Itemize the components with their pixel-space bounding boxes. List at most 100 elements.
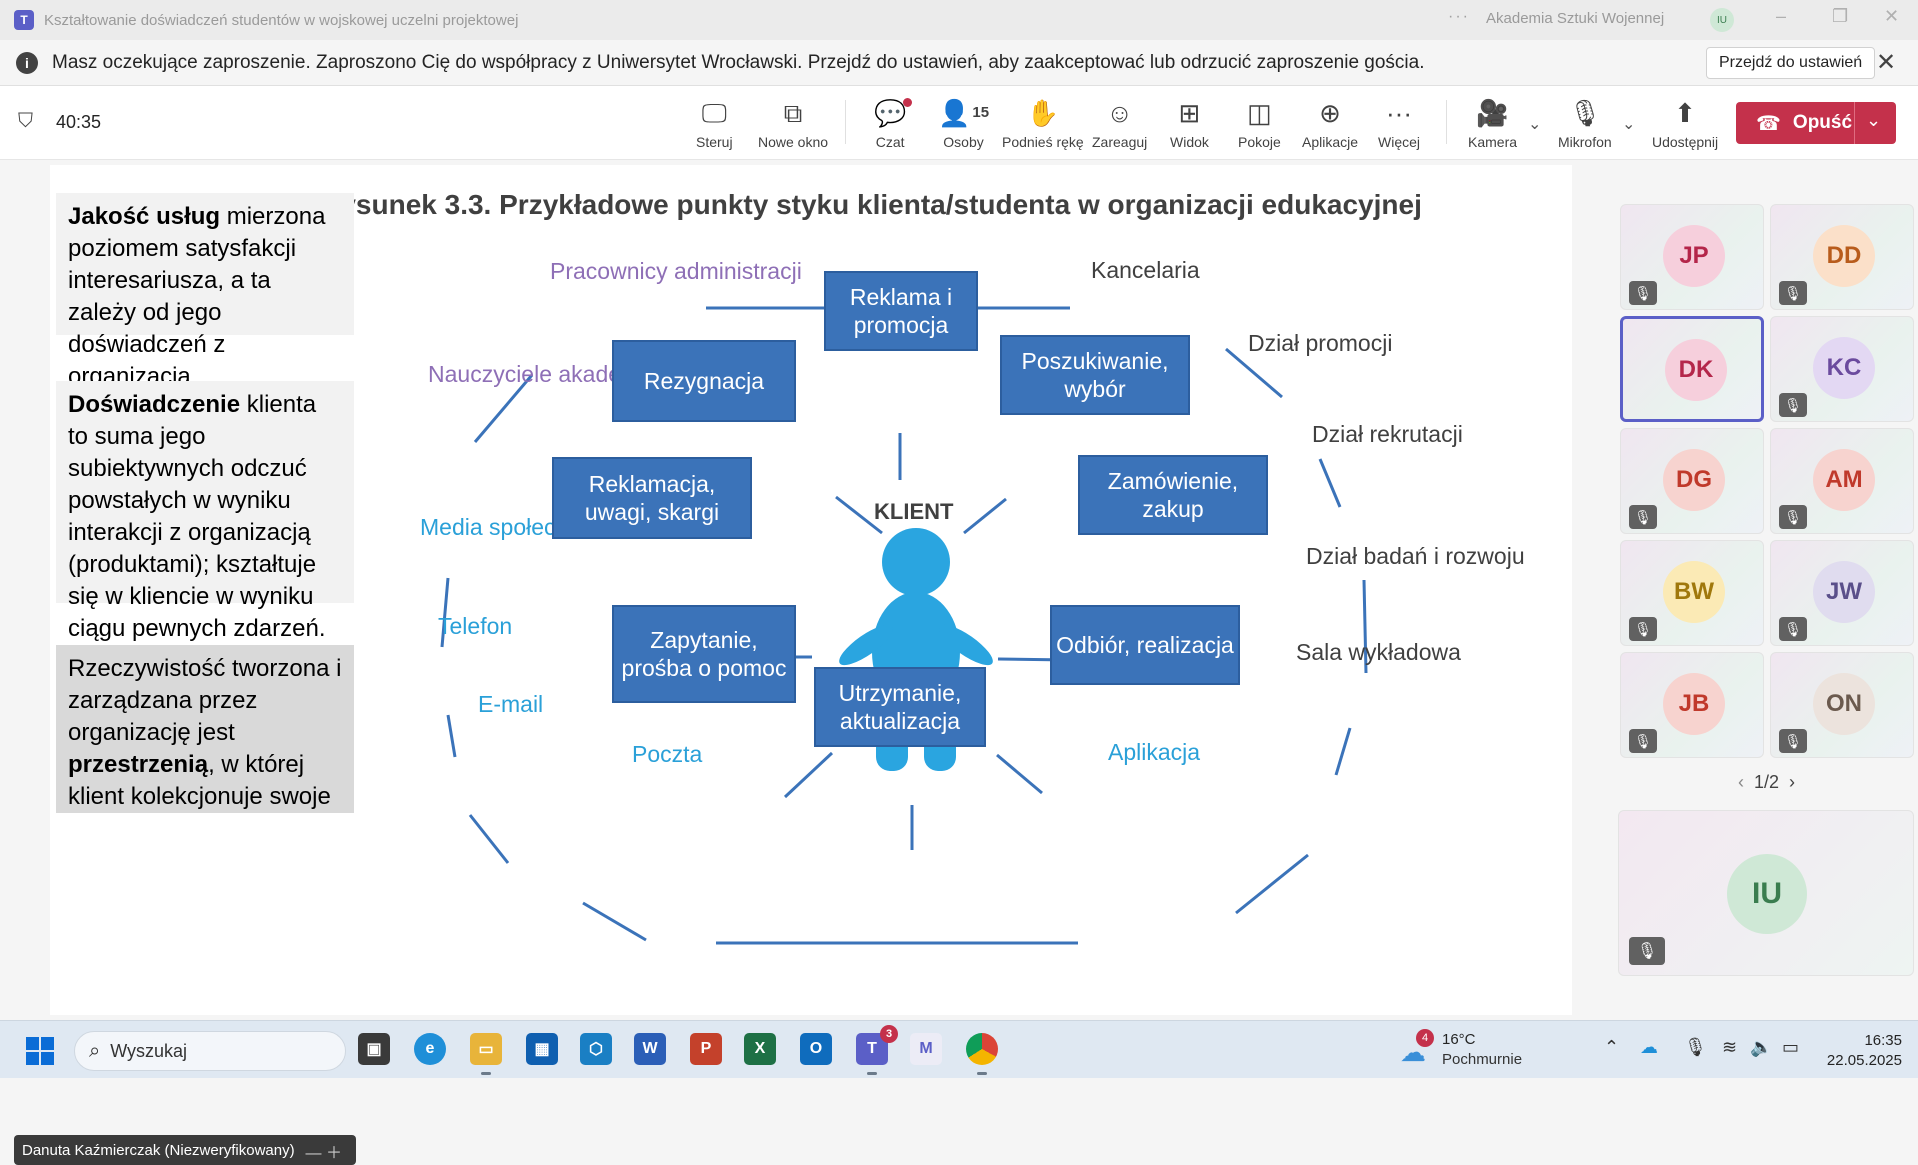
app-shield-icon[interactable]: ⬡ <box>580 1033 612 1065</box>
participant-avatar: ON <box>1813 673 1875 735</box>
taskbar-search[interactable]: ⌕ Wyszukaj <box>74 1031 346 1071</box>
label-dzial-rekrutacji: Dział rekrutacji <box>1312 421 1463 447</box>
participant-tile[interactable]: ON 🎙 <box>1770 652 1914 758</box>
volume-icon[interactable]: 🔈 <box>1750 1037 1772 1058</box>
organization-name[interactable]: Akademia Sztuki Wojennej <box>1486 10 1664 27</box>
word-icon[interactable]: W <box>634 1033 666 1065</box>
participant-tile[interactable]: AM 🎙 <box>1770 428 1914 534</box>
mic-off-icon: 🎙 <box>1568 98 1602 128</box>
leave-label: Opuść <box>1792 112 1853 133</box>
onedrive-icon[interactable]: ☁ <box>1640 1037 1658 1058</box>
user-avatar[interactable]: IU <box>1710 8 1734 32</box>
people-icon: 👤 15 <box>938 98 990 128</box>
new-window-button[interactable]: ⧉ Nowe okno <box>758 96 828 150</box>
label-kancelaria: Kancelaria <box>1091 257 1200 283</box>
participant-tile[interactable]: JW 🎙 <box>1770 540 1914 646</box>
store-icon[interactable]: ▦ <box>526 1033 558 1065</box>
next-page-icon[interactable]: › <box>1789 772 1795 792</box>
people-count: 15 <box>972 104 990 121</box>
camera-options-chevron-icon[interactable]: ⌄ <box>1528 114 1541 134</box>
weather-badge: 4 <box>1416 1029 1434 1047</box>
mic-muted-icon: 🎙 <box>1779 393 1807 417</box>
rooms-icon: ◫ <box>1247 98 1272 128</box>
microphone-button[interactable]: 🎙 Mikrofon <box>1558 96 1612 150</box>
teams-badge: 3 <box>880 1025 898 1043</box>
participant-tile[interactable]: JB 🎙 <box>1620 652 1764 758</box>
participant-tile[interactable]: BW 🎙 <box>1620 540 1764 646</box>
hand-icon: ✋ <box>1026 98 1060 128</box>
participant-tile[interactable]: DD 🎙 <box>1770 204 1914 310</box>
edge-icon[interactable]: e <box>414 1033 446 1065</box>
raise-hand-button[interactable]: ✋ Podnieś rękę <box>1002 96 1084 150</box>
zoom-controls-icon[interactable]: — ＋ <box>306 1139 342 1163</box>
rooms-button[interactable]: ◫ Pokoje <box>1238 96 1281 150</box>
teams-taskbar-icon[interactable]: T3 <box>856 1025 898 1075</box>
previous-page-icon[interactable]: ‹ <box>1738 772 1744 792</box>
chat-button[interactable]: 💬 Czat <box>874 96 913 150</box>
camera-label: Kamera <box>1468 134 1518 150</box>
view-button[interactable]: ⊞ Widok <box>1170 96 1209 150</box>
mail-app-icon[interactable]: M <box>910 1033 942 1065</box>
control-label: Steruj <box>696 134 733 150</box>
label-dzial-badan: Dział badań i rozwoju <box>1306 543 1525 569</box>
popout-icon: ⧉ <box>783 98 803 128</box>
leave-options-chevron-icon[interactable]: ⌄ <box>1866 110 1881 131</box>
more-options-icon[interactable]: ··· <box>1448 8 1470 26</box>
label-dzial-promocji: Dział promocji <box>1248 330 1393 356</box>
show-hidden-icons-chevron-icon[interactable]: ⌃ <box>1604 1037 1619 1058</box>
leave-button[interactable]: ☎ Opuść ⌄ <box>1736 102 1896 144</box>
self-video-tile[interactable]: IU 🎙 <box>1618 810 1914 976</box>
quality-note: Jakość usług mierzona poziomem satysfakc… <box>56 193 354 390</box>
go-to-settings-button[interactable]: Przejdź do ustawień <box>1706 47 1876 79</box>
participant-avatar: DD <box>1813 225 1875 287</box>
participant-tile[interactable]: DG 🎙 <box>1620 428 1764 534</box>
wifi-icon[interactable]: ≋ <box>1722 1037 1737 1058</box>
label-sala-wykladowa: Sala wykładowa <box>1296 639 1461 665</box>
add-app-icon: ⊕ <box>1319 98 1341 128</box>
notice-message: Masz oczekujące zaproszenie. Zaproszono … <box>52 51 1425 73</box>
mic-options-chevron-icon[interactable]: ⌄ <box>1622 114 1635 134</box>
camera-button[interactable]: 🎥 Kamera <box>1468 96 1517 150</box>
reality-note-text-start: Rzeczywistość tworzona i zarządzana prze… <box>68 655 342 746</box>
people-button[interactable]: 👤 15 Osoby <box>938 96 989 150</box>
excel-icon[interactable]: X <box>744 1033 776 1065</box>
participant-tile[interactable]: JP 🎙 <box>1620 204 1764 310</box>
participant-tile[interactable]: DK <box>1620 316 1764 422</box>
control-button[interactable]: 🖵 Steruj <box>696 96 733 150</box>
powerpoint-icon[interactable]: P <box>690 1033 722 1065</box>
box-utrzymanie: Utrzymanie, aktualizacja <box>814 667 986 747</box>
mic-muted-icon: 🎙 <box>1629 505 1657 529</box>
label-email: E-mail <box>478 691 544 717</box>
share-icon: ⬆ <box>1674 98 1696 128</box>
chrome-icon[interactable] <box>966 1033 998 1075</box>
close-notice-icon[interactable]: ✕ <box>1876 48 1896 77</box>
system-clock[interactable]: 16:35 22.05.2025 <box>1822 1031 1902 1071</box>
mic-muted-icon: 🎙 <box>1779 729 1807 753</box>
chat-unread-dot <box>903 98 913 107</box>
file-explorer-icon[interactable]: ▭ <box>470 1033 502 1075</box>
mic-muted-icon: 🎙 <box>1629 937 1665 965</box>
more-label: Więcej <box>1378 134 1421 150</box>
more-button[interactable]: ··· Więcej <box>1378 96 1420 150</box>
battery-icon[interactable]: ▭ <box>1782 1037 1799 1058</box>
box-zapytanie: Zapytanie, prośba o pomoc <box>612 605 796 703</box>
minimize-icon[interactable]: – <box>1776 6 1786 27</box>
participant-avatar: BW <box>1663 561 1725 623</box>
mic-muted-tray-icon[interactable]: 🎙 <box>1684 1037 1707 1058</box>
temperature: 16°C <box>1442 1031 1476 1048</box>
mic-muted-icon: 🎙 <box>1779 617 1807 641</box>
share-button[interactable]: ⬆ Udostępnij <box>1652 96 1718 150</box>
experience-note: Doświadczenie klienta to suma jego subie… <box>56 381 354 642</box>
outlook-icon[interactable]: O <box>800 1033 832 1065</box>
task-view-icon[interactable]: ▣ <box>358 1033 390 1065</box>
react-button[interactable]: ☺ Zareaguj <box>1092 96 1147 150</box>
start-button[interactable] <box>26 1037 54 1065</box>
close-window-icon[interactable]: ✕ <box>1884 6 1899 27</box>
quality-note-term: Jakość usług <box>68 203 221 230</box>
weather-description: Pochmurnie <box>1442 1051 1523 1068</box>
participant-avatar: DK <box>1665 339 1727 401</box>
apps-button[interactable]: ⊕ Aplikacje <box>1302 96 1358 150</box>
participant-tile[interactable]: KC 🎙 <box>1770 316 1914 422</box>
maximize-icon[interactable]: ❐ <box>1832 6 1848 27</box>
monitor-pointer-icon: 🖵 <box>701 98 727 128</box>
